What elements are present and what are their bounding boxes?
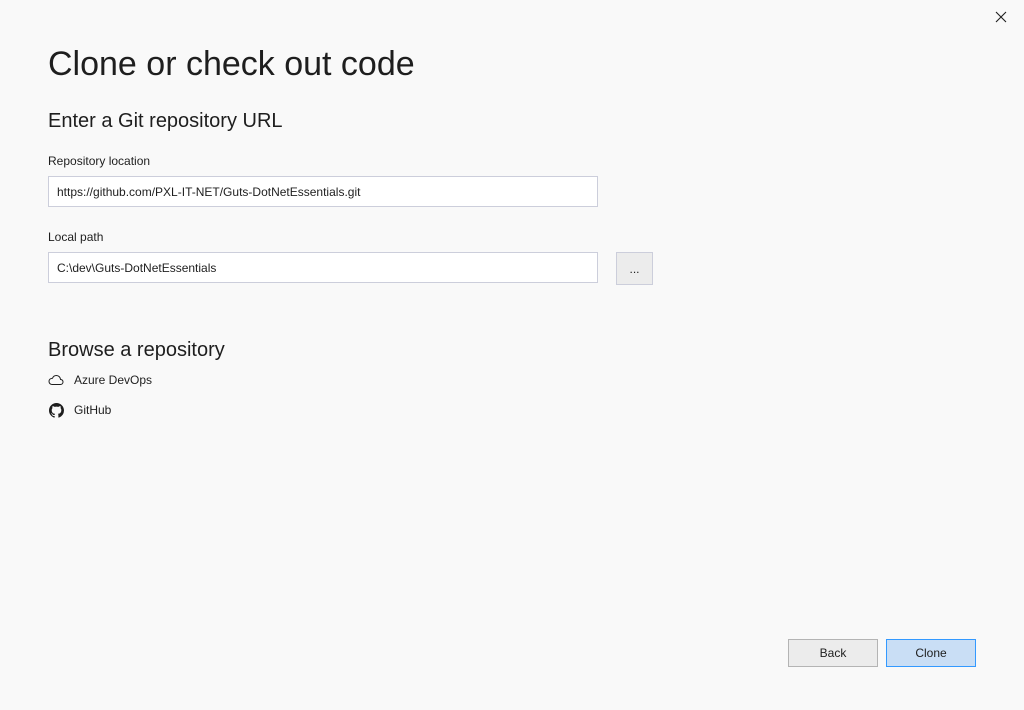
url-section-heading: Enter a Git repository URL <box>48 110 283 132</box>
github-icon <box>48 402 64 418</box>
close-icon <box>995 11 1007 23</box>
browse-section-heading: Browse a repository <box>48 339 225 361</box>
azure-devops-label: Azure DevOps <box>74 373 153 387</box>
local-path-label: Local path <box>48 230 104 244</box>
clone-button[interactable]: Clone <box>886 639 976 667</box>
repository-location-label: Repository location <box>48 154 151 168</box>
github-label: GitHub <box>74 403 112 417</box>
azure-devops-link[interactable]: Azure DevOps <box>48 370 152 390</box>
page-title: Clone or check out code <box>48 45 415 83</box>
github-link[interactable]: GitHub <box>48 400 111 420</box>
close-button[interactable] <box>992 8 1010 26</box>
clone-dialog: Clone or check out code Enter a Git repo… <box>0 0 1024 710</box>
repository-location-input[interactable] <box>48 176 598 207</box>
cloud-icon <box>48 372 64 388</box>
local-path-input[interactable] <box>48 252 598 283</box>
browse-folder-button[interactable]: ... <box>616 252 653 285</box>
back-button[interactable]: Back <box>788 639 878 667</box>
